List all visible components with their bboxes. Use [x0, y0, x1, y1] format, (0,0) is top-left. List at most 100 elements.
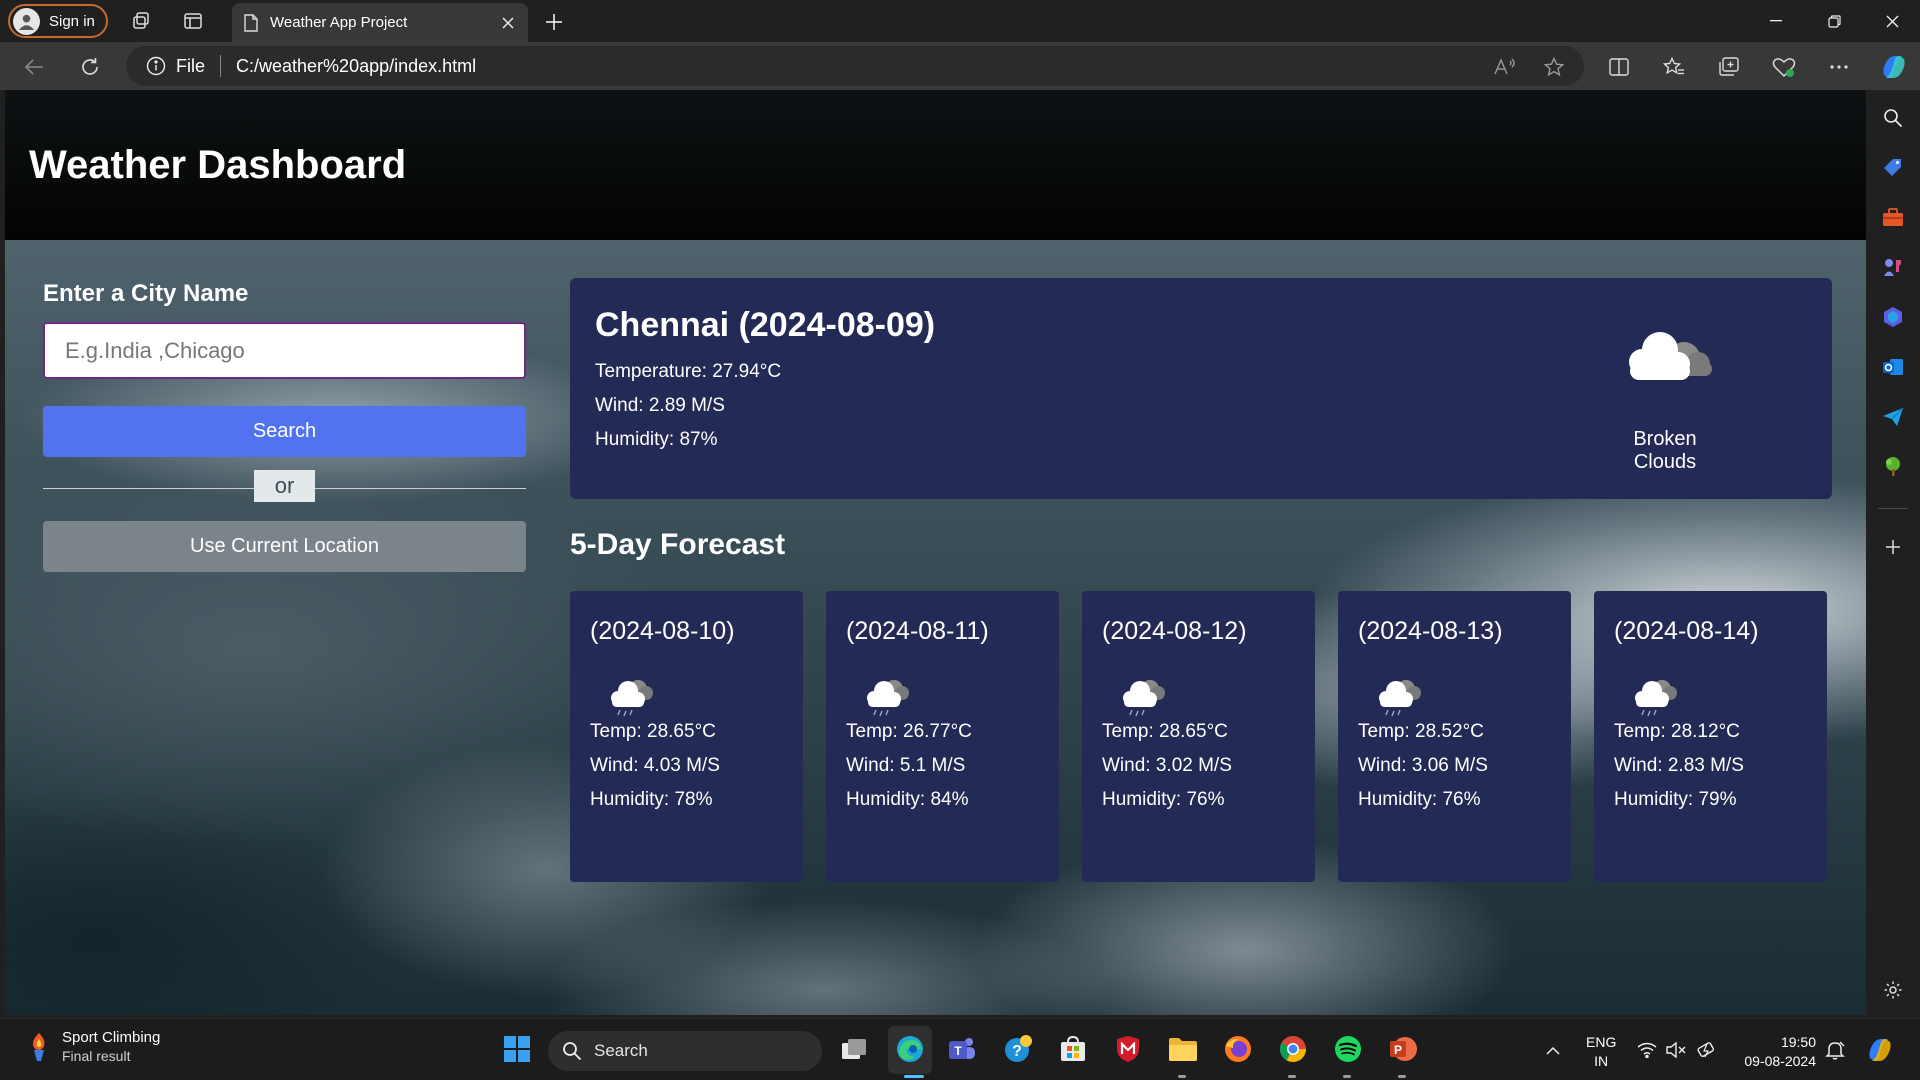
current-city-title: Chennai (2024-08-09)	[595, 306, 936, 344]
volume-muted-icon[interactable]	[1665, 1039, 1687, 1061]
tab-actions-icon[interactable]	[180, 8, 206, 34]
new-tab-icon[interactable]	[540, 8, 568, 36]
refresh-icon[interactable]	[74, 51, 106, 83]
clock-time: 19:50	[1780, 1034, 1816, 1050]
more-options-icon[interactable]	[1823, 51, 1855, 83]
widget-subtitle: Final result	[62, 1048, 131, 1064]
address-bar[interactable]: File C:/weather%20app/index.html	[126, 46, 1584, 86]
minimize-icon[interactable]	[1756, 6, 1796, 36]
system-clock[interactable]: 19:50 09-08-2024	[1736, 1033, 1816, 1071]
taskbar-search-label: Search	[594, 1041, 648, 1060]
running-indicator	[1178, 1075, 1186, 1078]
forecast-date: (2024-08-13)	[1358, 617, 1503, 645]
close-window-icon[interactable]	[1872, 6, 1912, 36]
forecast-card: (2024-08-12) Temp: 28.65°C Wind: 3.02 M/…	[1082, 591, 1315, 882]
rain-cloud-icon	[1374, 675, 1424, 721]
copilot-taskbar-icon[interactable]	[1866, 1035, 1896, 1065]
tab-weather-app[interactable]: Weather App Project	[232, 3, 528, 42]
broken-clouds-icon	[1610, 318, 1720, 398]
current-weather-description: Broken Clouds	[1633, 428, 1697, 473]
show-hidden-icons-icon[interactable]	[1542, 1039, 1564, 1061]
favorite-star-icon[interactable]	[1538, 51, 1570, 83]
city-search-input[interactable]	[43, 322, 526, 379]
browser-tab-strip: Sign in Weather App Project	[0, 0, 1920, 42]
use-current-location-button[interactable]: Use Current Location	[43, 521, 526, 572]
notifications-bell-icon[interactable]	[1824, 1039, 1846, 1061]
forecast-date: (2024-08-10)	[590, 617, 735, 645]
chrome-icon[interactable]	[1276, 1032, 1310, 1066]
svg-text:P: P	[1394, 1043, 1402, 1057]
tools-briefcase-icon[interactable]	[1879, 203, 1907, 231]
favorites-icon[interactable]	[1658, 51, 1690, 83]
back-icon[interactable]	[18, 51, 50, 83]
forecast-date: (2024-08-12)	[1102, 617, 1247, 645]
copilot-icon[interactable]	[1878, 51, 1910, 83]
shopping-tag-icon[interactable]	[1879, 153, 1907, 181]
battery-icon[interactable]	[1696, 1039, 1718, 1061]
profile-avatar-icon	[13, 7, 40, 35]
active-indicator	[904, 1075, 924, 1078]
search-button[interactable]: Search	[43, 406, 526, 457]
browser-toolbar: File C:/weather%20app/index.html	[0, 42, 1920, 90]
forecast-temp: Temp: 28.65°C	[1102, 721, 1228, 742]
forecast-wind: Wind: 2.83 M/S	[1614, 755, 1744, 776]
add-sidebar-app-icon[interactable]	[1879, 533, 1907, 561]
forecast-date: (2024-08-11)	[846, 617, 989, 645]
forecast-temp: Temp: 26.77°C	[846, 721, 972, 742]
taskbar: Sport Climbing Final result Search T ? P…	[0, 1018, 1920, 1080]
forecast-wind: Wind: 4.03 M/S	[590, 755, 720, 776]
file-explorer-icon[interactable]	[1166, 1032, 1200, 1066]
language-code: ENG	[1586, 1034, 1617, 1050]
windows-start-icon[interactable]	[500, 1032, 534, 1066]
taskbar-search-box[interactable]: Search	[548, 1031, 822, 1071]
microsoft-store-icon[interactable]	[1056, 1032, 1090, 1066]
sidebar-search-icon[interactable]	[1879, 104, 1907, 132]
browser-essentials-icon[interactable]	[1768, 51, 1800, 83]
url-text[interactable]: C:/weather%20app/index.html	[236, 56, 476, 77]
read-aloud-icon[interactable]	[1488, 51, 1520, 83]
widget-title: Sport Climbing	[62, 1029, 161, 1046]
send-icon[interactable]	[1879, 403, 1907, 431]
wifi-icon[interactable]	[1636, 1039, 1658, 1061]
spotify-icon[interactable]	[1331, 1032, 1365, 1066]
forecast-card: (2024-08-14) Temp: 28.12°C Wind: 2.83 M/…	[1594, 591, 1827, 882]
firefox-icon[interactable]	[1221, 1032, 1255, 1066]
sign-in-label: Sign in	[49, 12, 95, 30]
sidebar-settings-icon[interactable]	[1879, 976, 1907, 1004]
forecast-heading: 5-Day Forecast	[570, 528, 786, 561]
news-widget[interactable]: Sport Climbing Final result	[26, 1029, 160, 1064]
split-screen-icon[interactable]	[1603, 51, 1635, 83]
teams-icon[interactable]: T	[945, 1032, 979, 1066]
forecast-temp: Temp: 28.52°C	[1358, 721, 1484, 742]
collections-icon[interactable]	[1713, 51, 1745, 83]
forecast-card: (2024-08-13) Temp: 28.52°C Wind: 3.06 M/…	[1338, 591, 1571, 882]
running-indicator	[1288, 1075, 1296, 1078]
tree-icon[interactable]	[1879, 452, 1907, 480]
workspaces-icon[interactable]	[128, 8, 154, 34]
forecast-card: (2024-08-11) Temp: 26.77°C Wind: 5.1 M/S…	[826, 591, 1059, 882]
restore-icon[interactable]	[1814, 6, 1854, 36]
sidebar-divider	[1878, 508, 1908, 509]
forecast-temp: Temp: 28.12°C	[1614, 721, 1740, 742]
edge-browser-icon[interactable]	[893, 1032, 927, 1066]
sign-in-button[interactable]: Sign in	[8, 4, 108, 38]
page-title: Weather Dashboard	[29, 143, 407, 187]
mcafee-icon[interactable]	[1111, 1032, 1145, 1066]
tips-app-icon[interactable]: ?	[1001, 1032, 1035, 1066]
page-header: Weather Dashboard	[5, 90, 1866, 240]
rain-cloud-icon	[606, 675, 656, 721]
language-indicator[interactable]: ENG IN	[1586, 1033, 1616, 1071]
powerpoint-icon[interactable]: P	[1386, 1032, 1420, 1066]
games-icon[interactable]	[1879, 253, 1907, 281]
outlook-icon[interactable]	[1879, 353, 1907, 381]
url-scheme-label: File	[176, 55, 206, 76]
current-humidity: Humidity: 87%	[595, 429, 718, 450]
forecast-wind: Wind: 3.06 M/S	[1358, 755, 1488, 776]
site-info-icon[interactable]	[146, 56, 166, 76]
m365-icon[interactable]	[1879, 303, 1907, 331]
current-temperature: Temperature: 27.94°C	[595, 361, 782, 382]
forecast-wind: Wind: 5.1 M/S	[846, 755, 966, 776]
close-tab-icon[interactable]	[496, 11, 520, 35]
task-view-icon[interactable]	[837, 1032, 871, 1066]
forecast-humidity: Humidity: 84%	[846, 789, 969, 810]
